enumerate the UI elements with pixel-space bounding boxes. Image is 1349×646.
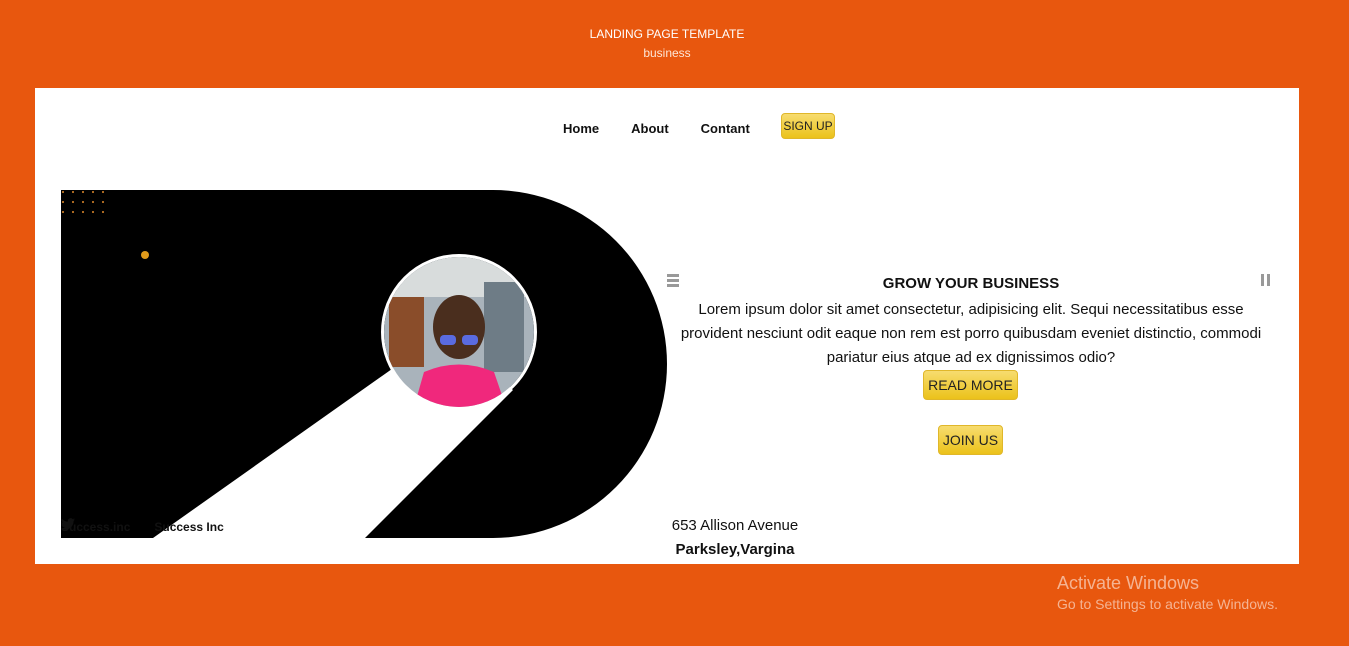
nav-contact[interactable]: Contant	[701, 121, 750, 136]
avatar	[381, 254, 537, 410]
landing-card: Home About Contant SIGN UP Success.inc S…	[35, 88, 1299, 564]
windows-watermark: Activate Windows Go to Settings to activ…	[1057, 572, 1278, 613]
hero-graphic: Success.inc Success Inc	[61, 190, 671, 538]
accent-dot	[141, 251, 149, 259]
address-city: Parksley,Vargina	[675, 541, 795, 558]
join-us-button[interactable]: JOIN US	[938, 425, 1003, 455]
section-title: GROW YOUR BUSINESS	[882, 275, 1060, 292]
address: 653 Allison Avenue Parksley,Vargina	[635, 516, 835, 560]
hero-shape	[61, 190, 667, 538]
page-header: LANDING PAGE TEMPLATE business	[0, 26, 1334, 61]
page-subtitle: business	[643, 46, 691, 60]
page-title: LANDING PAGE TEMPLATE	[589, 27, 745, 41]
section-body: Lorem ipsum dolor sit amet consectetur, …	[680, 301, 1262, 366]
watermark-title: Activate Windows	[1057, 573, 1200, 593]
watermark-subtitle: Go to Settings to activate Windows.	[1057, 596, 1278, 612]
hero-content: GROW YOUR BUSINESS Lorem ipsum dolor sit…	[675, 274, 1267, 370]
address-street: 653 Allison Avenue	[671, 517, 799, 534]
social-links: Success.inc Success Inc	[61, 518, 236, 536]
nav-about[interactable]: About	[631, 121, 669, 136]
signup-button[interactable]: SIGN UP	[781, 113, 835, 139]
nav-home[interactable]: Home	[563, 121, 599, 136]
twitter-handle[interactable]: Success Inc	[154, 520, 223, 534]
read-more-button[interactable]: READ MORE	[923, 370, 1018, 400]
nav-bar: Home About Contant	[563, 116, 782, 140]
